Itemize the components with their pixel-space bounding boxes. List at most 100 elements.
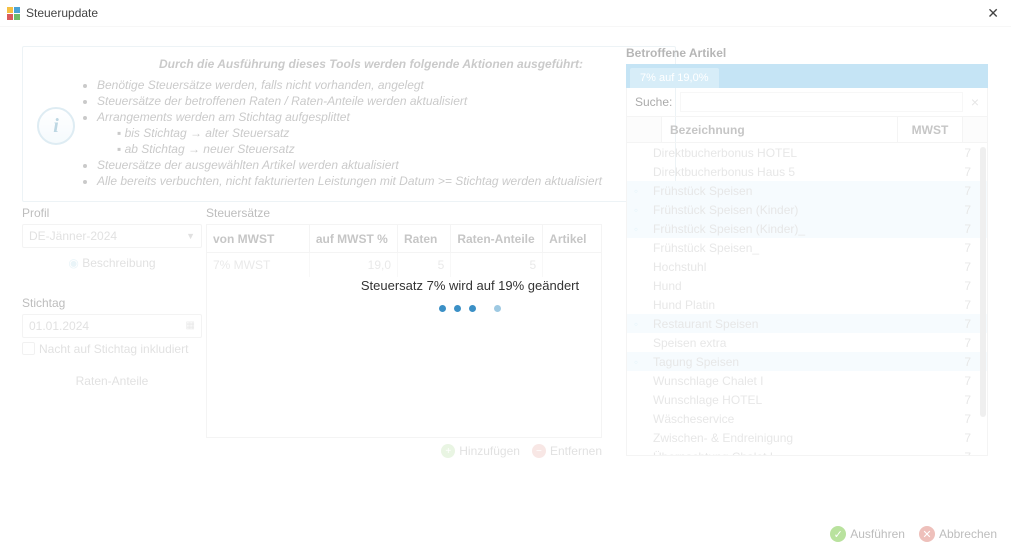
article-row[interactable]: Frühstück Speisen_7 xyxy=(627,238,987,257)
article-row[interactable]: Hund Platin7 xyxy=(627,295,987,314)
article-row[interactable]: Übernachtung Chalet I7 xyxy=(627,447,987,455)
row-marker: ◦ xyxy=(627,317,645,331)
article-vat: 7 xyxy=(923,450,979,456)
description-button[interactable]: Beschreibung xyxy=(22,252,202,274)
rates-label: Steuersätze xyxy=(206,206,602,220)
info-headline: Durch die Ausführung dieses Tools werden… xyxy=(81,57,661,71)
info-line: Arrangements werden am Stichtag aufgespl… xyxy=(97,109,661,125)
stichtag-input[interactable]: 01.01.2024 ▦ xyxy=(22,314,202,338)
article-vat: 7 xyxy=(923,431,979,445)
article-name: Direktbucherbonus HOTEL xyxy=(645,146,923,160)
article-name: Frühstück Speisen xyxy=(645,184,923,198)
clear-search-icon[interactable]: × xyxy=(971,94,979,110)
add-button[interactable]: + Hinzufügen xyxy=(441,444,520,458)
info-line: Alle bereits verbuchten, nicht fakturier… xyxy=(97,173,661,189)
profile-value: DE-Jänner-2024 xyxy=(29,225,117,247)
article-row[interactable]: Hund7 xyxy=(627,276,987,295)
run-button[interactable]: ✓ Ausführen xyxy=(830,526,905,542)
affected-title: Betroffene Artikel xyxy=(626,46,988,60)
window-title: Steuerupdate xyxy=(26,0,981,26)
article-row[interactable]: Direktbucherbonus Haus 57 xyxy=(627,162,987,181)
article-row[interactable]: Hochstuhl7 xyxy=(627,257,987,276)
article-row[interactable]: Speisen extra7 xyxy=(627,333,987,352)
info-line: Steuersätze der ausgewählten Artikel wer… xyxy=(97,157,661,173)
article-vat: 7 xyxy=(923,241,979,255)
article-name: Frühstück Speisen (Kinder)_ xyxy=(645,222,923,236)
article-vat: 7 xyxy=(923,203,979,217)
search-input[interactable] xyxy=(680,92,962,112)
plus-icon: + xyxy=(441,444,455,458)
article-vat: 7 xyxy=(923,355,979,369)
stichtag-value: 01.01.2024 xyxy=(29,315,89,337)
col-raten-anteile[interactable]: Raten-Anteile xyxy=(451,225,543,253)
article-name: Restaurant Speisen xyxy=(645,317,923,331)
info-subline: ab Stichtag → neuer Steuersatz xyxy=(117,141,661,157)
col-von-mwst[interactable]: von MWST xyxy=(207,225,310,253)
article-name: Speisen extra xyxy=(645,336,923,350)
article-name: Übernachtung Chalet I xyxy=(645,450,923,456)
article-row[interactable]: ◦Restaurant Speisen7 xyxy=(627,314,987,333)
profile-combobox[interactable]: DE-Jänner-2024 ▼ xyxy=(22,224,202,248)
article-row[interactable]: ◦Frühstück Speisen (Kinder)_7 xyxy=(627,219,987,238)
article-row[interactable]: Zwischen- & Endreinigung7 xyxy=(627,428,987,447)
row-marker: ◦ xyxy=(627,222,645,236)
cancel-button[interactable]: ✕ Abbrechen xyxy=(919,526,997,542)
minus-icon: − xyxy=(532,444,546,458)
col-mwst[interactable]: MWST xyxy=(898,117,963,143)
col-raten[interactable]: Raten xyxy=(398,225,451,253)
titlebar: Steuerupdate ✕ xyxy=(0,0,1011,27)
tab-rate[interactable]: 7% auf 19,0% xyxy=(630,68,719,88)
remove-button[interactable]: − Entfernen xyxy=(532,444,602,458)
article-name: Wunschlage HOTEL xyxy=(645,393,923,407)
rates-grid: von MWST auf MWST % Raten Raten-Anteile … xyxy=(206,224,602,438)
article-row[interactable]: Wunschlage HOTEL7 xyxy=(627,390,987,409)
article-row[interactable]: Wunschlage Chalet I7 xyxy=(627,371,987,390)
info-line: Benötige Steuersätze werden, falls nicht… xyxy=(97,77,661,93)
col-auf-mwst[interactable]: auf MWST % xyxy=(310,225,398,253)
col-check[interactable] xyxy=(627,117,662,143)
check-icon: ✓ xyxy=(830,526,846,542)
article-row[interactable]: Direktbucherbonus HOTEL7 xyxy=(627,143,987,162)
col-bezeichnung[interactable]: Bezeichnung xyxy=(662,117,898,143)
article-vat: 7 xyxy=(923,298,979,312)
col-scroll xyxy=(963,117,987,143)
article-name: Frühstück Speisen (Kinder) xyxy=(645,203,923,217)
close-button[interactable]: ✕ xyxy=(981,0,1005,26)
stichtag-label: Stichtag xyxy=(22,296,202,310)
article-name: Frühstück Speisen_ xyxy=(645,241,923,255)
info-icon: i xyxy=(37,107,75,145)
info-line: Steuersätze der betroffenen Raten / Rate… xyxy=(97,93,661,109)
article-row[interactable]: ◦Frühstück Speisen (Kinder)7 xyxy=(627,200,987,219)
row-marker: ◦ xyxy=(627,355,645,369)
article-name: Direktbucherbonus Haus 5 xyxy=(645,165,923,179)
footer: ✓ Ausführen ✕ Abbrechen xyxy=(0,519,1011,549)
article-vat: 7 xyxy=(923,222,979,236)
chevron-down-icon: ▼ xyxy=(186,225,195,247)
row-marker: ◦ xyxy=(627,203,645,217)
rates-row[interactable]: 7% MWST 19,0 5 5 xyxy=(207,253,601,277)
scrollbar-thumb[interactable] xyxy=(980,147,986,417)
article-row[interactable]: ◦Tagung Speisen7 xyxy=(627,352,987,371)
article-name: Hochstuhl xyxy=(645,260,923,274)
info-panel: i Durch die Ausführung dieses Tools werd… xyxy=(22,46,676,202)
col-artikel[interactable]: Artikel xyxy=(543,225,601,253)
article-vat: 7 xyxy=(923,317,979,331)
article-vat: 7 xyxy=(923,260,979,274)
article-vat: 7 xyxy=(923,336,979,350)
article-vat: 7 xyxy=(923,412,979,426)
article-name: Zwischen- & Endreinigung xyxy=(645,431,923,445)
article-vat: 7 xyxy=(923,146,979,160)
article-name: Hund xyxy=(645,279,923,293)
article-name: Wäscheservice xyxy=(645,412,923,426)
tab-strip: 7% auf 19,0% xyxy=(626,64,988,88)
night-checkbox[interactable]: Nacht auf Stichtag inkludiert xyxy=(22,342,202,356)
article-row[interactable]: ◦Frühstück Speisen7 xyxy=(627,181,987,200)
rate-shares-button[interactable]: Raten-Anteile xyxy=(22,370,202,392)
article-name: Wunschlage Chalet I xyxy=(645,374,923,388)
article-row[interactable]: Wäscheservice7 xyxy=(627,409,987,428)
article-vat: 7 xyxy=(923,374,979,388)
article-name: Tagung Speisen xyxy=(645,355,923,369)
article-name: Hund Platin xyxy=(645,298,923,312)
app-icon xyxy=(6,6,20,20)
cancel-icon: ✕ xyxy=(919,526,935,542)
